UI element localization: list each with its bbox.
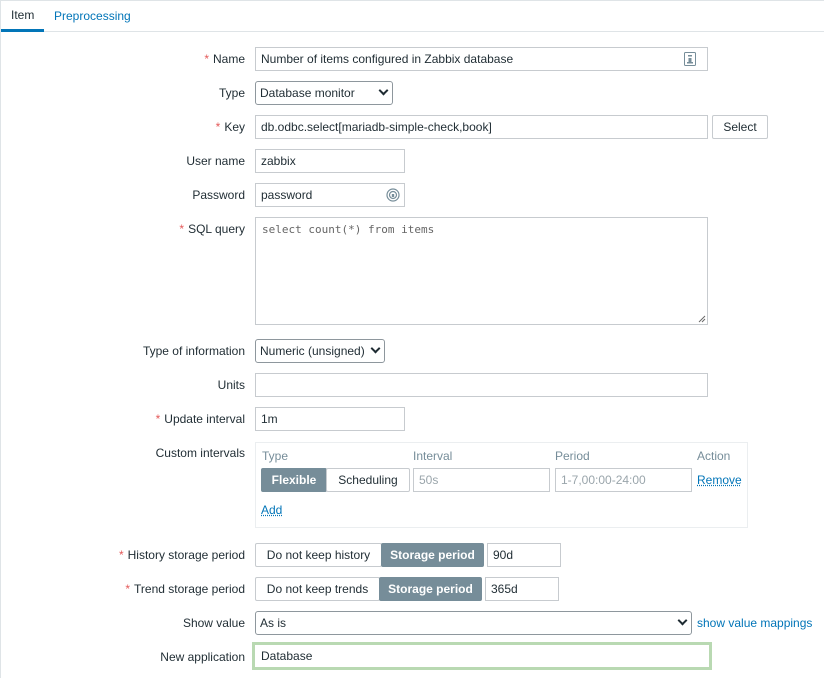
username-input[interactable]: zabbix: [255, 149, 405, 173]
username-label: User name: [186, 154, 245, 168]
show-value-mappings-link[interactable]: show value mappings: [697, 616, 812, 630]
type-of-information-select[interactable]: Numeric (unsigned): [255, 339, 385, 363]
trend-period-input[interactable]: 365d: [485, 577, 559, 601]
sql-query-value: select count(*) from items: [262, 223, 435, 236]
lock-icon[interactable]: [386, 188, 400, 202]
history-period-input[interactable]: 90d: [487, 543, 561, 567]
resize-grip-icon[interactable]: [698, 315, 706, 323]
key-input[interactable]: db.odbc.select[mariadb-simple-check,book…: [255, 115, 708, 139]
name-input[interactable]: Number of items configured in Zabbix dat…: [255, 47, 708, 71]
new-application-label: New application: [160, 650, 245, 664]
macro-list-icon[interactable]: [684, 52, 696, 66]
show-value-select[interactable]: As is: [255, 611, 692, 635]
chevron-down-icon: [378, 85, 389, 96]
do-not-keep-trends-toggle[interactable]: Do not keep trends: [255, 577, 380, 601]
type-of-information-label: Type of information: [142, 344, 245, 358]
type-of-information-value: Numeric (unsigned): [260, 344, 365, 358]
do-not-keep-history-toggle[interactable]: Do not keep history: [255, 543, 382, 567]
remove-interval-link[interactable]: Remove: [697, 473, 742, 487]
trend-storage-label: * Trend storage period: [125, 582, 245, 596]
chevron-down-icon: [677, 615, 688, 626]
chevron-down-icon: [370, 343, 381, 354]
tab-preprocessing[interactable]: Preprocessing: [44, 0, 141, 32]
tab-bar: Item Preprocessing: [0, 0, 824, 32]
key-label: * Key: [215, 120, 245, 134]
units-label: Units: [217, 378, 245, 392]
type-value: Database monitor: [260, 86, 355, 100]
update-interval-label: * Update interval: [155, 412, 245, 426]
type-label: Type: [218, 86, 245, 100]
ci-header-interval: Interval: [413, 449, 453, 463]
period-input[interactable]: 1-7,00:00-24:00: [555, 468, 692, 492]
password-input[interactable]: password: [255, 183, 405, 207]
flexible-toggle[interactable]: Flexible: [261, 468, 327, 492]
sql-query-textarea[interactable]: select count(*) from items: [255, 217, 708, 325]
scheduling-toggle[interactable]: Scheduling: [326, 468, 410, 492]
show-value-value: As is: [260, 616, 287, 630]
ci-header-period: Period: [555, 449, 590, 463]
name-label: * Name: [204, 52, 245, 66]
password-value: password: [261, 188, 313, 202]
custom-intervals-table: Type Interval Period Action Flexible Sch…: [255, 442, 748, 528]
sql-query-label: * SQL query: [179, 222, 245, 236]
history-storage-label: * History storage period: [118, 548, 245, 562]
type-select[interactable]: Database monitor: [255, 81, 393, 105]
history-storage-period-toggle[interactable]: Storage period: [381, 543, 484, 567]
add-interval-link[interactable]: Add: [261, 503, 282, 517]
update-interval-input[interactable]: 1m: [255, 407, 405, 431]
trend-storage-period-toggle[interactable]: Storage period: [379, 577, 482, 601]
custom-intervals-label: Custom intervals: [155, 446, 245, 460]
ci-header-type: Type: [262, 449, 289, 463]
units-input[interactable]: [255, 373, 708, 397]
show-value-label: Show value: [182, 616, 245, 630]
ci-header-action: Action: [697, 449, 731, 463]
password-label: Password: [192, 188, 245, 202]
name-value: Number of items configured in Zabbix dat…: [261, 52, 514, 66]
tab-item[interactable]: Item: [1, 0, 45, 32]
key-select-button[interactable]: Select: [712, 115, 768, 139]
interval-input[interactable]: 50s: [413, 468, 550, 492]
new-application-input[interactable]: Database: [252, 642, 712, 670]
